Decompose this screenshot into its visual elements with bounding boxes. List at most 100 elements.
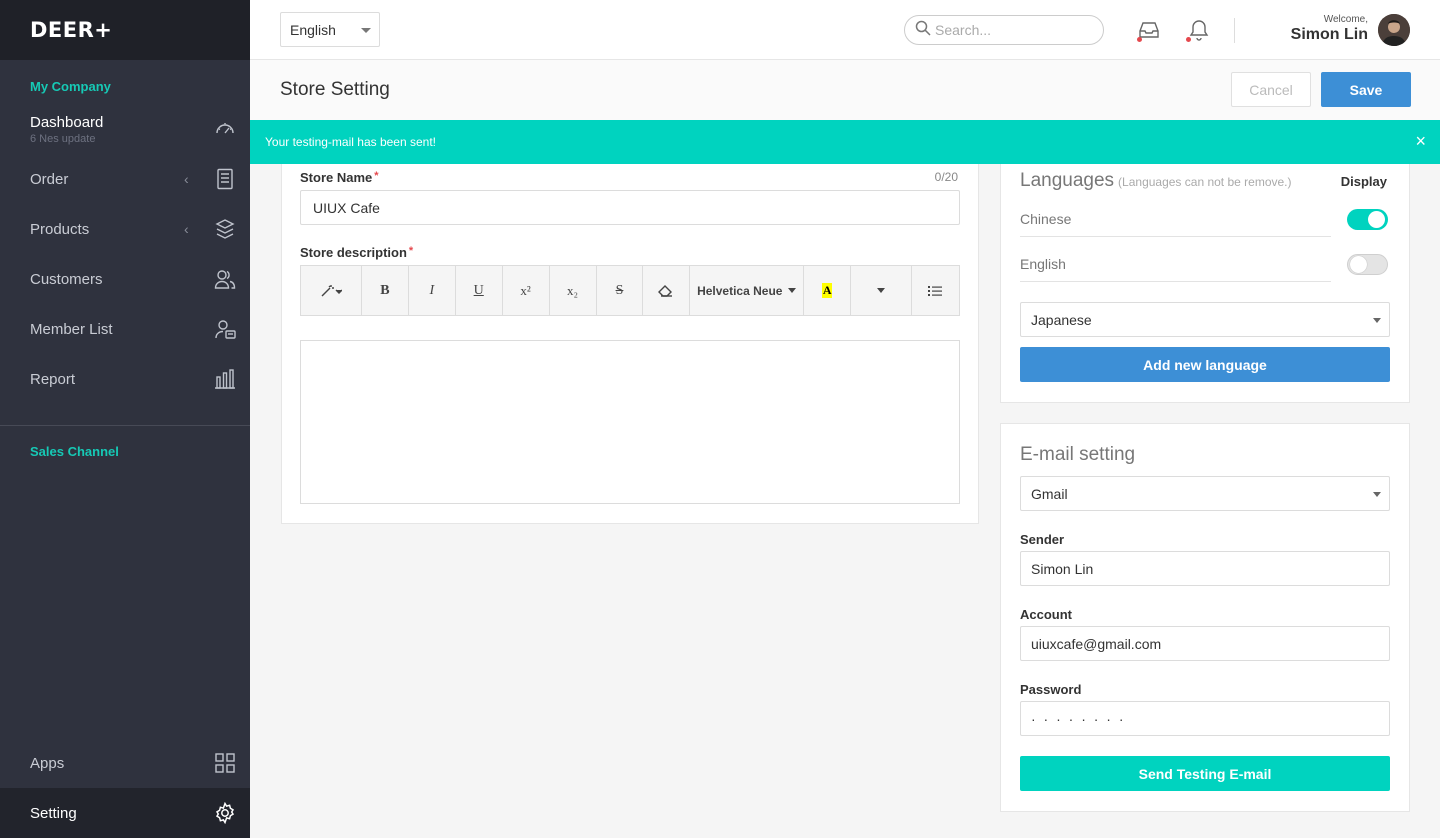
caret-down-icon (877, 288, 886, 293)
chinese-display-toggle[interactable] (1347, 209, 1388, 230)
sidebar-item-label: Apps (30, 754, 65, 772)
search-box (904, 15, 1104, 45)
sidebar-item-label: Customers (30, 270, 103, 288)
highlight-color-icon: A (821, 283, 833, 298)
sidebar-divider (0, 425, 250, 426)
sidebar-item-label: Report (30, 370, 76, 388)
page-title: Store Setting (280, 79, 390, 100)
email-provider-select[interactable]: Gmail (1020, 476, 1390, 511)
document-icon (214, 168, 236, 190)
cancel-button[interactable]: Cancel (1231, 72, 1311, 107)
bold-button[interactable]: B (362, 266, 409, 315)
sender-label: Sender (1020, 532, 1065, 547)
store-info-card: Store Name * 0/20 UIUX Cafe Store descrip… (281, 150, 979, 524)
magic-style-button[interactable] (301, 266, 362, 315)
success-alert: Your testing-mail has been sent! × (250, 120, 1440, 164)
sidebar-item-dashboard[interactable]: Dashboard 6 Nes update (0, 104, 250, 154)
strikethrough-button[interactable]: S (597, 266, 644, 315)
user-name: Simon Lin (1290, 26, 1368, 43)
sidebar-item-label: Order (30, 170, 69, 188)
font-family-dropdown[interactable]: Helvetica Neue (690, 266, 805, 315)
app-logo[interactable]: DEER+ (30, 18, 112, 42)
add-language-button[interactable]: Add new language (1020, 347, 1390, 382)
account-label: Account (1020, 607, 1072, 622)
sidebar-item-apps[interactable]: Apps (0, 738, 250, 788)
page-header: Store Setting Cancel Save (250, 60, 1440, 120)
english-display-toggle[interactable] (1347, 254, 1388, 275)
sidebar-item-label: Setting (30, 804, 77, 822)
sidebar: DEER+ My Company Dashboard 6 Nes update … (0, 0, 250, 838)
top-header: English Welcome, Simon Lin (250, 0, 1440, 60)
sidebar-item-products[interactable]: Products ‹ (0, 204, 250, 254)
gear-icon (214, 802, 236, 824)
header-divider (1234, 18, 1235, 43)
toggle-knob (1368, 211, 1385, 228)
superscript-button[interactable]: x² (503, 266, 550, 315)
toggle-knob (1350, 256, 1367, 273)
search-input[interactable] (935, 22, 1095, 38)
language-name: English (1020, 255, 1066, 272)
highlight-color-button[interactable]: A (804, 266, 852, 315)
users-icon (214, 268, 236, 290)
speedometer-icon (214, 118, 236, 140)
search-icon (915, 20, 931, 41)
sidebar-item-report[interactable]: Report (0, 354, 250, 404)
new-language-select[interactable]: Japanese (1020, 302, 1390, 337)
store-name-label: Store Name * (300, 170, 379, 185)
send-testing-email-button[interactable]: Send Testing E-mail (1020, 756, 1390, 791)
eraser-icon[interactable] (643, 266, 691, 315)
color-dropdown-button[interactable] (851, 266, 913, 315)
box-icon (214, 218, 236, 240)
sidebar-item-setting[interactable]: Setting (0, 788, 250, 838)
display-column-label: Display (1340, 174, 1387, 189)
languages-hint: (Languages can not be remove.) (1118, 175, 1292, 189)
caret-down-icon (1373, 492, 1381, 497)
password-label: Password (1020, 682, 1082, 697)
grid-icon (214, 752, 236, 774)
close-icon[interactable]: × (1415, 132, 1426, 150)
editor-toolbar: B I U x² x₂ S Helvetica Neue A (300, 265, 960, 316)
email-setting-title: E-mail setting (1020, 444, 1136, 465)
chevron-left-icon: ‹ (184, 221, 189, 237)
sidebar-item-label: Member List (30, 320, 113, 338)
languages-card: Languages (Languages can not be remove.) … (1000, 150, 1410, 403)
sender-input[interactable]: Simon Lin (1020, 551, 1390, 586)
section-title-my-company: My Company (30, 79, 111, 94)
member-card-icon (214, 318, 236, 340)
section-title-sales-channel: Sales Channel (30, 444, 119, 459)
sidebar-item-customers[interactable]: Customers (0, 254, 250, 304)
avatar[interactable] (1378, 14, 1410, 46)
required-mark: * (374, 170, 379, 182)
alert-message: Your testing-mail has been sent! (265, 135, 436, 149)
dashboard-update-count: 6 Nes update (30, 132, 96, 145)
sidebar-item-member-list[interactable]: Member List (0, 304, 250, 354)
email-provider-value: Gmail (1031, 485, 1068, 502)
bell-notification-dot (1186, 37, 1191, 42)
underline-button[interactable]: U (456, 266, 503, 315)
sidebar-item-label: Dashboard (30, 113, 104, 131)
account-input[interactable]: uiuxcafe@gmail.com (1020, 626, 1390, 661)
languages-title: Languages (Languages can not be remove.) (1020, 170, 1292, 192)
store-name-counter: 0/20 (934, 170, 958, 184)
language-select[interactable]: English (280, 12, 380, 47)
language-row-english: English (1020, 246, 1331, 282)
bar-chart-icon (214, 368, 236, 390)
required-mark: * (408, 245, 414, 257)
description-editor[interactable] (300, 340, 960, 504)
sidebar-item-order[interactable]: Order ‹ (0, 154, 250, 204)
caret-down-icon (788, 288, 797, 293)
user-welcome[interactable]: Welcome, Simon Lin (1291, 14, 1368, 44)
save-button[interactable]: Save (1321, 72, 1411, 107)
list-icon[interactable] (912, 266, 959, 315)
caret-down-icon (361, 28, 371, 33)
password-input[interactable]: · · · · · · · · (1020, 701, 1390, 736)
chevron-left-icon: ‹ (184, 171, 189, 187)
inbox-notification-dot (1137, 37, 1142, 42)
welcome-text: Welcome, (1323, 14, 1368, 25)
language-name: Chinese (1020, 210, 1072, 227)
italic-button[interactable]: I (409, 266, 456, 315)
language-row-chinese: Chinese (1020, 201, 1331, 237)
language-select-value: English (290, 21, 336, 38)
store-name-input[interactable]: UIUX Cafe (300, 190, 960, 225)
subscript-button[interactable]: x₂ (550, 266, 597, 315)
